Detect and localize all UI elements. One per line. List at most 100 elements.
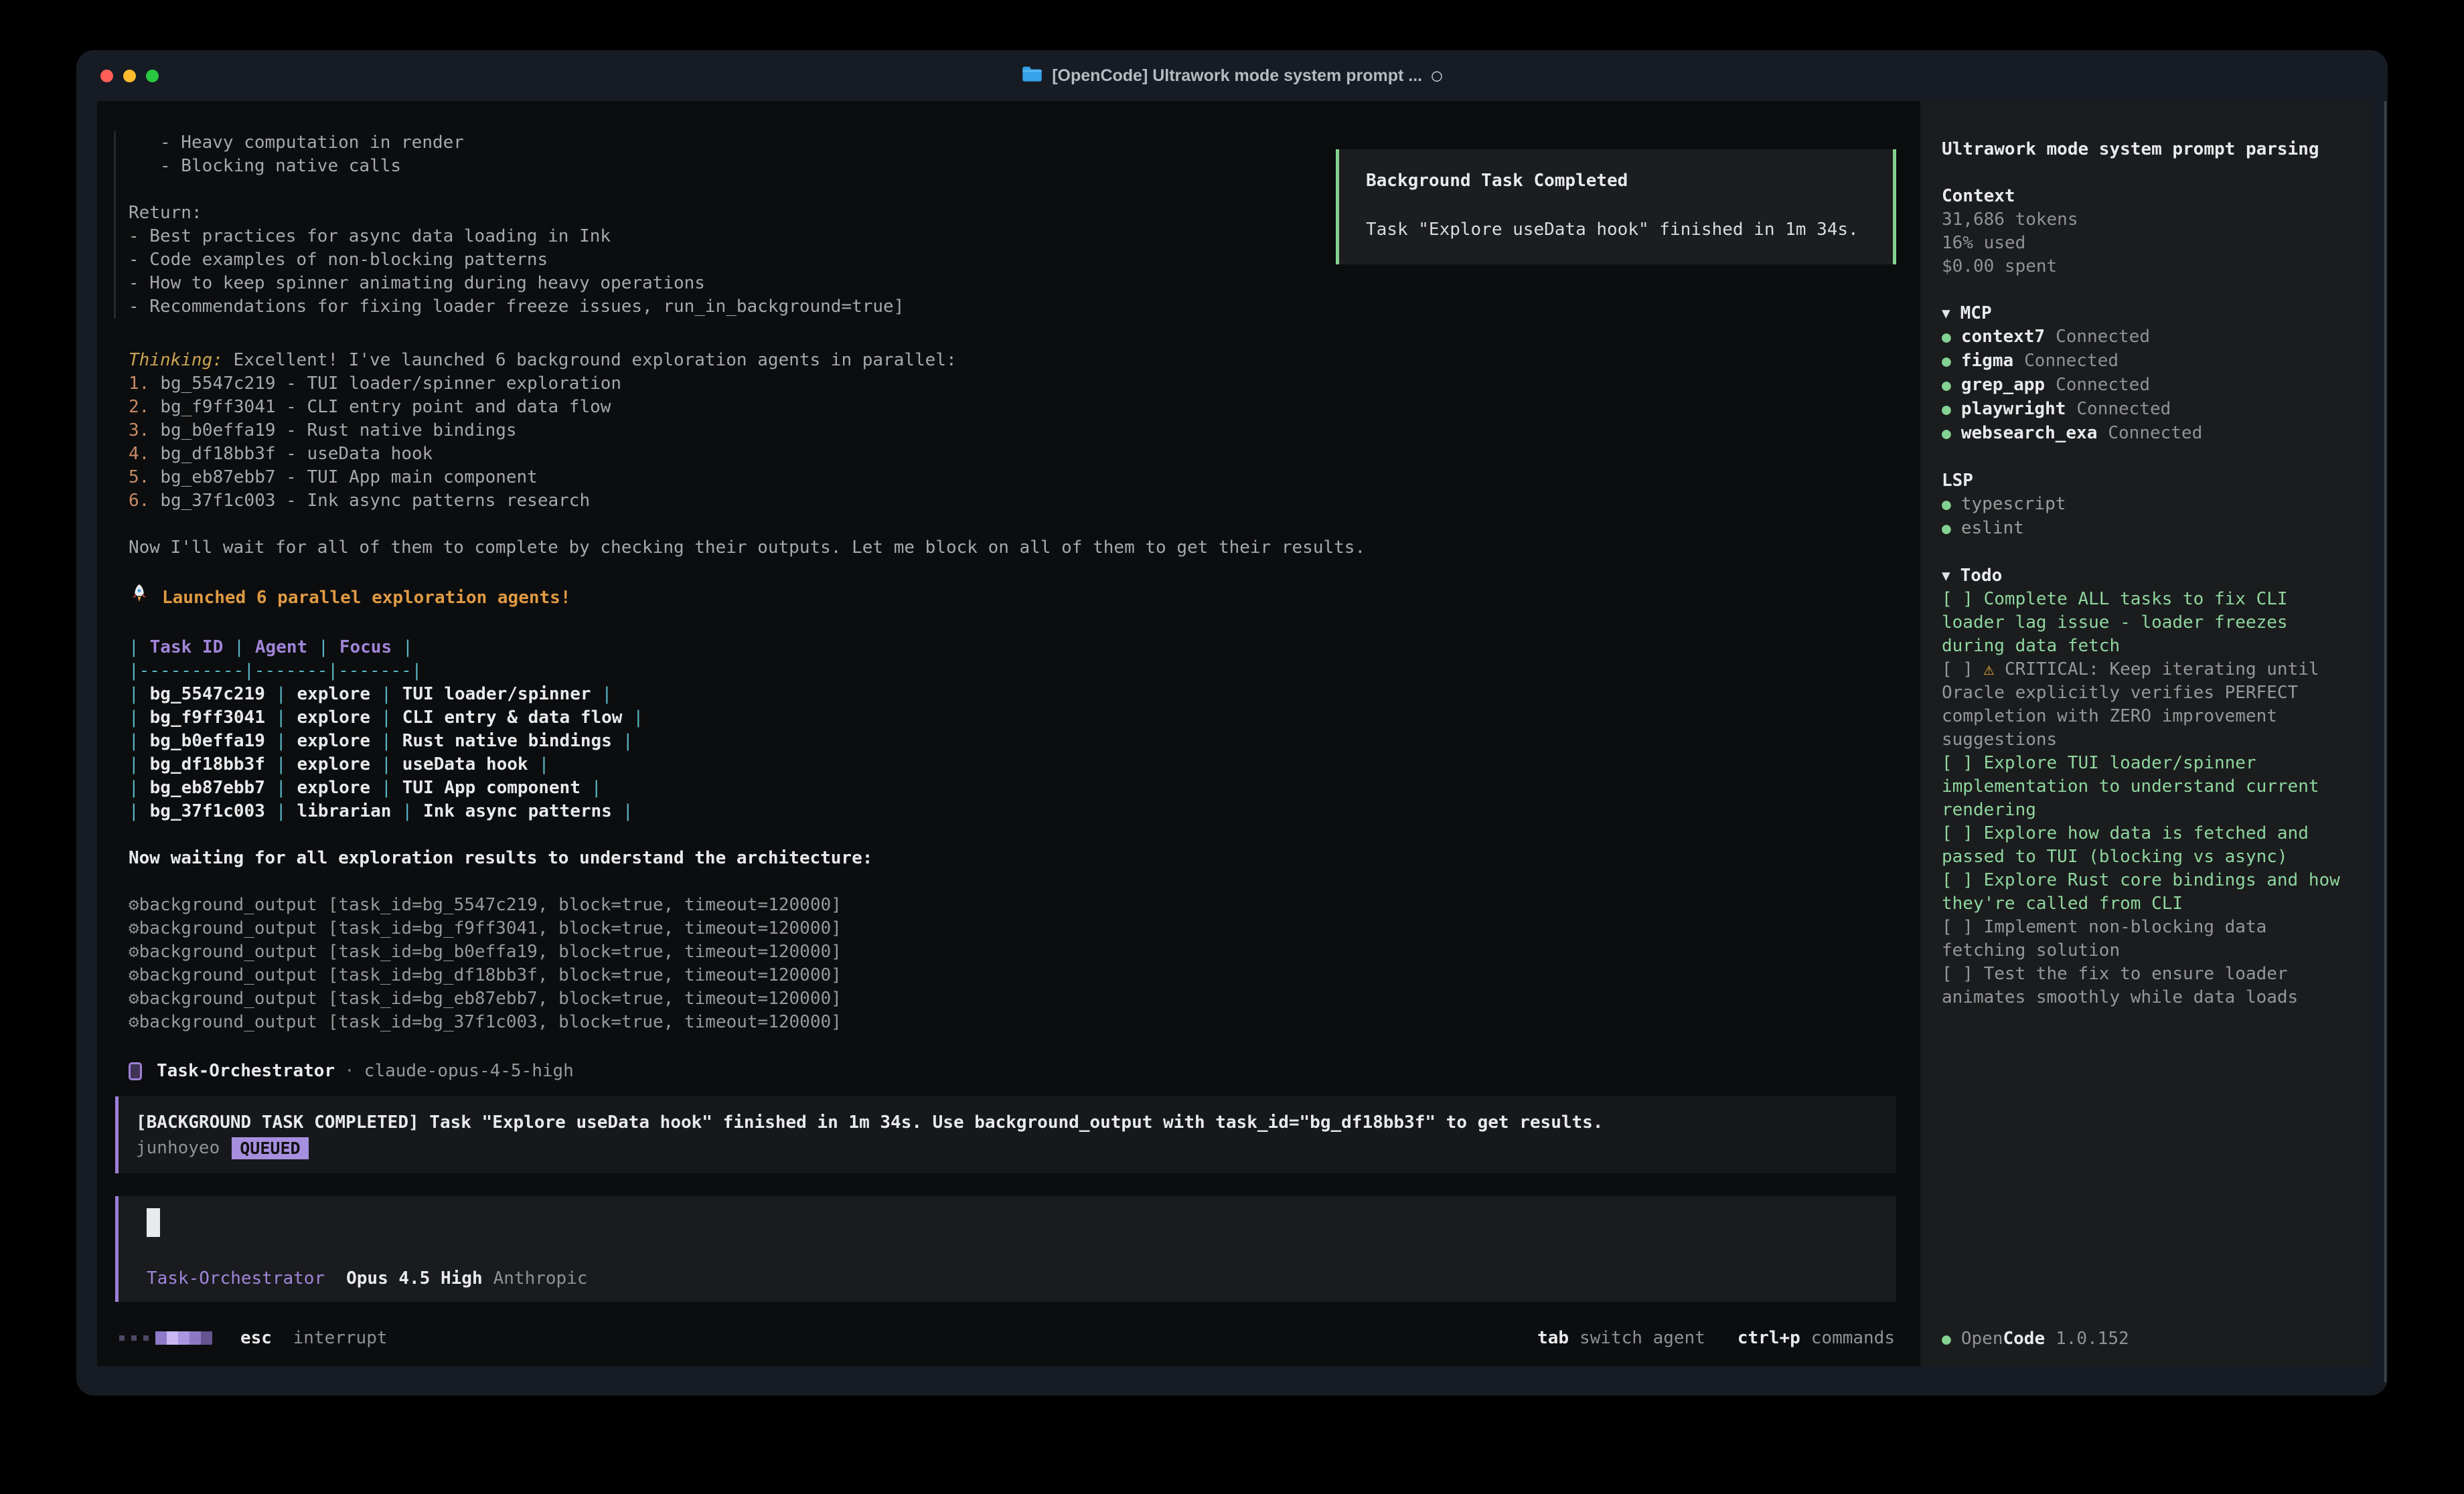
thinking-item: 6.bg_37f1c003 - Ink async patterns resea… bbox=[129, 489, 1920, 513]
app-version-footer: ● OpenCode 1.0.152 bbox=[1942, 1327, 2129, 1351]
thinking-item: 1.bg_5547c219 - TUI loader/spinner explo… bbox=[129, 372, 1920, 396]
keyboard-hints: tab switch agent ctrl+p commands bbox=[1537, 1328, 1895, 1348]
input-agent-name[interactable]: Task-Orchestrator bbox=[147, 1267, 325, 1291]
gear-icon: ⚙ bbox=[129, 918, 139, 938]
todo-item: [ ] Explore Rust core bindings and how t… bbox=[1942, 869, 2350, 916]
status-dot-icon: ● bbox=[1942, 326, 1951, 349]
minimize-button[interactable] bbox=[123, 70, 136, 82]
table-header-row: |Task ID|Agent|Focus| bbox=[129, 636, 1920, 659]
agent-model: claude-opus-4-5-high bbox=[364, 1060, 574, 1083]
esc-key: esc bbox=[240, 1328, 272, 1348]
titlebar: [OpenCode] Ultrawork mode system prompt … bbox=[76, 50, 2388, 101]
tool-args: [task_id=bg_5547c219, block=true, timeou… bbox=[328, 895, 842, 915]
tool-call-line: ⚙background_output[task_id=bg_df18bb3f, … bbox=[129, 964, 1920, 987]
working-spinner bbox=[119, 1331, 212, 1345]
ctrlp-key: ctrl+p bbox=[1738, 1328, 1800, 1348]
tool-result-line: - Recommendations for fixing loader free… bbox=[129, 295, 1920, 319]
toast-body: Task "Explore useData hook" finished in … bbox=[1366, 218, 1893, 242]
tool-name: background_output bbox=[139, 895, 317, 915]
mcp-server-row: ●figmaConnected bbox=[1942, 349, 2350, 374]
conversation-scroll[interactable]: - Heavy computation in render - Blocking… bbox=[97, 101, 1920, 1366]
spinner-block bbox=[189, 1331, 201, 1345]
table-row: |bg_f9ff3041|explore|CLI entry & data fl… bbox=[129, 706, 1920, 730]
mcp-server-row: ●context7Connected bbox=[1942, 325, 2350, 349]
mcp-server-row: ●grep_appConnected bbox=[1942, 374, 2350, 398]
tab-key: tab bbox=[1537, 1328, 1569, 1348]
thinking-item: 3.bg_b0effa19 - Rust native bindings bbox=[129, 419, 1920, 442]
status-dot-icon: ● bbox=[1942, 493, 1951, 517]
tool-name: background_output bbox=[139, 1012, 317, 1032]
desktop: { "window": { "title": "[OpenCode] Ultra… bbox=[0, 0, 2464, 1494]
spinner-dot bbox=[131, 1335, 137, 1341]
close-button[interactable] bbox=[100, 70, 113, 82]
prompt-input[interactable]: Task-Orchestrator Opus 4.5 High Anthropi… bbox=[115, 1196, 1896, 1302]
window-title: [OpenCode] Ultrawork mode system prompt … bbox=[1022, 65, 1442, 87]
status-dot-icon: ● bbox=[1942, 374, 1951, 398]
queued-badge: QUEUED bbox=[232, 1137, 308, 1159]
status-dot-icon: ● bbox=[1942, 350, 1951, 374]
tool-call-line: ⚙background_output[task_id=bg_eb87ebb7, … bbox=[129, 987, 1920, 1011]
tool-call-line: ⚙background_output [task_id=bg_5547c219, … bbox=[129, 894, 1920, 917]
gear-icon: ⚙ bbox=[129, 965, 139, 985]
toast-title: Background Task Completed bbox=[1366, 169, 1893, 193]
todo-item: [ ] Explore how data is fetched and pass… bbox=[1942, 822, 2350, 869]
thinking-intro: Thinking: Excellent! I've launched 6 bac… bbox=[129, 349, 1920, 372]
todo-section-header[interactable]: ▼ Todo bbox=[1942, 564, 2350, 588]
tool-result-line: - How to keep spinner animating during h… bbox=[129, 272, 1920, 295]
lsp-server-row: ●eslint bbox=[1942, 517, 2350, 541]
thinking-item: 4.bg_df18bb3f - useData hook bbox=[129, 442, 1920, 466]
folder-icon bbox=[1022, 65, 1043, 87]
todo-heading: Todo bbox=[1960, 564, 2003, 588]
spinner-dot bbox=[119, 1335, 125, 1341]
input-model-name[interactable]: Opus 4.5 High bbox=[346, 1267, 483, 1291]
maximize-button[interactable] bbox=[146, 70, 159, 82]
table-separator-row: |----------|-------|-------| bbox=[129, 659, 1920, 683]
lsp-heading: LSP bbox=[1942, 469, 2350, 493]
input-provider-name: Anthropic bbox=[493, 1267, 588, 1291]
agents-table: |Task ID|Agent|Focus| |----------|------… bbox=[129, 636, 1920, 823]
chevron-down-icon: ▼ bbox=[1942, 302, 1950, 325]
spinner-block bbox=[201, 1331, 212, 1345]
window-title-text: [OpenCode] Ultrawork mode system prompt … bbox=[1052, 66, 1422, 86]
traffic-lights bbox=[100, 50, 159, 101]
tool-args: [task_id=bg_df18bb3f, block=true, timeou… bbox=[328, 965, 842, 985]
ctrlp-label: commands bbox=[1811, 1328, 1895, 1348]
context-spent: $0.00 spent bbox=[1942, 255, 2350, 278]
tool-call-line: ⚙background_output[task_id=bg_b0effa19, … bbox=[129, 940, 1920, 964]
tab-label: switch agent bbox=[1580, 1328, 1705, 1348]
thinking-item: 2.bg_f9ff3041 - CLI entry point and data… bbox=[129, 396, 1920, 419]
launch-banner-text: Launched 6 parallel exploration agents! bbox=[162, 586, 570, 610]
status-dot-icon: ● bbox=[1942, 422, 1951, 446]
gear-icon: ⚙ bbox=[129, 942, 139, 962]
tool-args: [task_id=bg_eb87ebb7, block=true, timeou… bbox=[328, 989, 842, 1009]
mcp-server-row: ●playwrightConnected bbox=[1942, 398, 2350, 422]
window-scrollbar[interactable] bbox=[2384, 101, 2386, 1382]
tool-args: [task_id=bg_b0effa19, block=true, timeou… bbox=[328, 942, 842, 962]
spinner-block bbox=[167, 1331, 178, 1345]
spinner-block bbox=[178, 1331, 189, 1345]
todo-item: [ ] Complete ALL tasks to fix CLI loader… bbox=[1942, 588, 2350, 658]
todo-item: [ ] Implement non-blocking data fetching… bbox=[1942, 916, 2350, 963]
todo-item: [ ] Explore TUI loader/spinner implement… bbox=[1942, 752, 2350, 822]
status-dot-icon: ● bbox=[1942, 1328, 1951, 1351]
todo-item: [ ] ⚠ CRITICAL: Keep iterating until Ora… bbox=[1942, 658, 2350, 752]
mcp-heading: MCP bbox=[1960, 302, 1992, 325]
gear-icon: ⚙ bbox=[129, 989, 139, 1009]
context-used: 16% used bbox=[1942, 232, 2350, 255]
todo-list: [ ] Complete ALL tasks to fix CLI loader… bbox=[1942, 588, 2350, 1009]
esc-hint: esc interrupt bbox=[240, 1328, 388, 1348]
table-row: |bg_37f1c003|librarian|Ink async pattern… bbox=[129, 800, 1920, 823]
agent-status-line: Task-Orchestrator · claude-opus-4-5-high bbox=[129, 1060, 1920, 1083]
spinner-block bbox=[155, 1331, 167, 1345]
tool-name: background_output bbox=[139, 918, 317, 938]
toast-notification: Background Task Completed Task "Explore … bbox=[1336, 149, 1896, 264]
tool-call-line: ⚙background_output [task_id=bg_f9ff3041, … bbox=[129, 917, 1920, 940]
session-title: Ultrawork mode system prompt parsing bbox=[1942, 138, 2350, 161]
tool-call-list: ⚙background_output[task_id=bg_5547c219, … bbox=[129, 894, 1920, 1034]
background-task-text: [BACKGROUND TASK COMPLETED] Task "Explor… bbox=[136, 1111, 1876, 1135]
gear-icon: ⚙ bbox=[129, 895, 139, 915]
agent-name: Task-Orchestrator bbox=[157, 1060, 335, 1083]
mcp-section-header[interactable]: ▼ MCP bbox=[1942, 302, 2350, 325]
tool-args: [task_id=bg_f9ff3041, block=true, timeou… bbox=[328, 918, 842, 938]
esc-label: interrupt bbox=[293, 1328, 388, 1348]
